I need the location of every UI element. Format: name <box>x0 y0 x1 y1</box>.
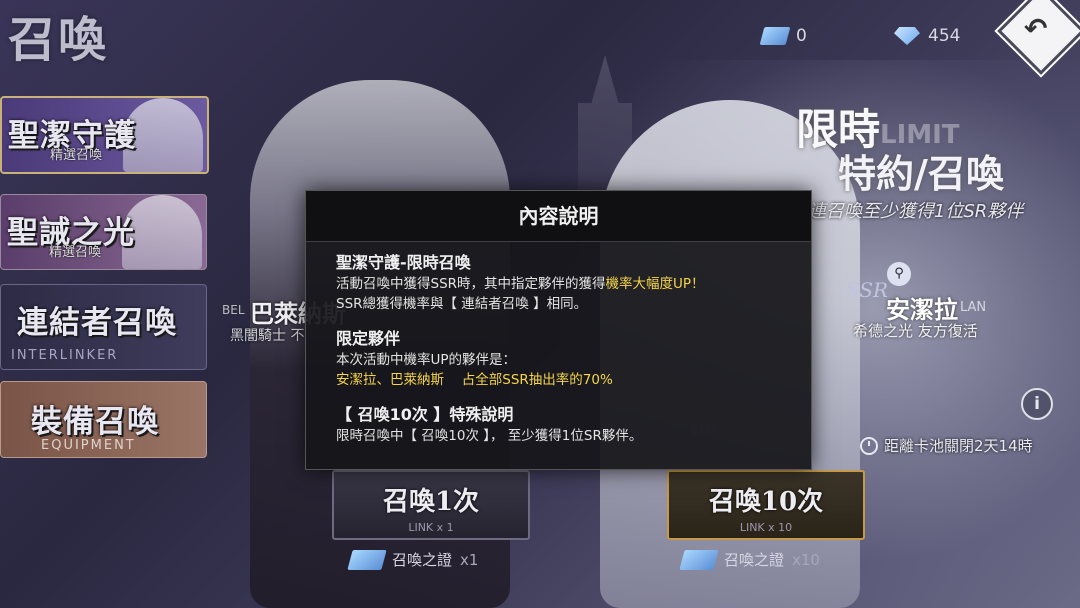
character-en-name: BEL <box>222 303 245 317</box>
cost-qty: x10 <box>792 550 820 569</box>
sidebar-item-sub: 精選召喚 <box>49 245 102 260</box>
sidebar-item-label: 裝備召喚 <box>31 404 159 440</box>
pool-timer: 距離卡池關閉2天14時 <box>860 435 1033 456</box>
summon-10-sub: LINK x 10 <box>739 521 793 534</box>
back-button[interactable]: ↶ <box>997 0 1080 75</box>
ssr-tag: SSR <box>846 278 889 302</box>
sidebar-item-equipment-summon[interactable]: 裝備召喚 EQUIPMENT <box>0 381 207 458</box>
cost-label: 召喚之證 <box>724 551 785 569</box>
section-line: SSR總獲得機率與【 連結者召喚 】相同。 <box>336 296 588 312</box>
banner-subtitle: 10連召喚至少獲得1位SR夥伴 <box>785 201 1024 222</box>
summon-1-sub: LINK x 1 <box>408 521 454 534</box>
dialog-body: 聖潔守護-限時召喚 活動召喚中獲得SSR時，其中指定夥伴的獲得機率大幅度UP！ … <box>336 246 797 446</box>
limited-partner-highlight: 安潔拉、巴萊納斯 占全部SSR抽出率的70% <box>336 372 613 388</box>
gem-icon <box>894 27 920 45</box>
gem-counter: 454 <box>894 26 960 46</box>
character-subtitle-balanus: 黑闇騎士 不 <box>230 328 305 344</box>
summon-1-button[interactable]: 召喚1次 LINK x 1 <box>332 470 530 540</box>
cost-label: 召喚之證 <box>392 551 453 569</box>
zoom-icon[interactable]: ⚲ <box>887 262 911 286</box>
content-info-dialog[interactable]: 內容說明 聖潔守護-限時召喚 活動召喚中獲得SSR時，其中指定夥伴的獲得機率大幅… <box>305 190 812 470</box>
ticket-icon <box>759 27 791 45</box>
sidebar-item-sub: EQUIPMENT <box>41 438 136 453</box>
timer-text: 距離卡池關閉2天14時 <box>884 437 1033 455</box>
character-en-name: LAN <box>960 300 987 315</box>
character-subtitle-angela: 希德之光 友方復活 <box>853 322 978 340</box>
info-button[interactable]: i <box>1021 388 1053 420</box>
rate-up-highlight: 機率大幅度UP！ <box>605 276 705 292</box>
banner-special-summon-title: 特約/召喚 <box>838 151 1004 196</box>
sidebar-item-linker-summon[interactable]: 連結者召喚 INTERLINKER <box>0 284 207 370</box>
section-line: 活動召喚中獲得SSR時，其中指定夥伴的獲得機率大幅度UP！ <box>336 274 797 294</box>
sidebar-item-label: 連結者召喚 <box>17 305 177 341</box>
clock-icon <box>860 436 878 455</box>
section-line: 本次活動中機率UP的夥伴是： <box>336 352 517 368</box>
section-title-limited-summon: 聖潔守護-限時召喚 <box>336 253 471 272</box>
gem-count: 454 <box>928 26 961 46</box>
dialog-header: 內容說明 <box>306 191 811 242</box>
ticket-count: 0 <box>796 26 807 46</box>
sidebar-item-holy-guard[interactable]: 聖潔守護 精選召喚 <box>0 96 209 174</box>
section-title-limited-partner: 限定夥伴 <box>336 329 401 348</box>
cost-qty: x1 <box>460 550 479 569</box>
sidebar-item-sub: INTERLINKER <box>11 348 119 363</box>
section-title-10-summon: 【 召喚10次 】特殊說明 <box>336 405 514 424</box>
ticket-counter: 0 <box>759 26 807 46</box>
sidebar-item-holy-light[interactable]: 聖誡之光 精選召喚 <box>0 194 207 270</box>
section-line-text: 活動召喚中獲得SSR時，其中指定夥伴的獲得 <box>336 276 606 292</box>
section-line: 限時召喚中【 召喚10次 】， 至少獲得1位SR夥伴。 <box>336 428 643 444</box>
summon-ticket-icon <box>347 549 387 570</box>
summon-ticket-icon <box>679 549 719 570</box>
back-arrow-icon: ↶ <box>1024 12 1048 45</box>
summon-10-button[interactable]: 召喚10次 LINK x 10 <box>667 470 865 540</box>
dialog-title: 內容說明 <box>518 204 599 228</box>
page-title: 召喚 <box>8 12 109 68</box>
sidebar-item-sub: 精選召喚 <box>50 148 103 163</box>
summon-1-cost: 召喚之證 x1 <box>347 549 479 570</box>
summon-10-cost: 召喚之證 x10 <box>679 549 820 570</box>
